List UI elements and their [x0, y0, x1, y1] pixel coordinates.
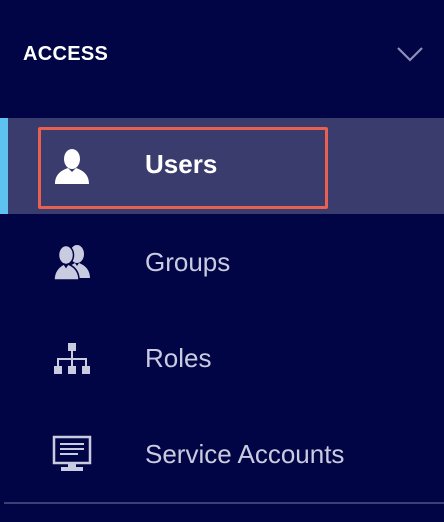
nav-item-service-accounts[interactable]: Service Accounts [0, 406, 444, 502]
hierarchy-icon [54, 343, 90, 374]
nav-item-label: Roles [145, 343, 212, 373]
group-icon [53, 244, 90, 281]
access-nav-panel: ACCESS Users Groups Roles Service Accoun… [0, 0, 444, 522]
nav-item-groups[interactable]: Groups [0, 214, 444, 310]
nav-item-label: Users [145, 149, 218, 179]
section-header-access[interactable]: ACCESS [0, 0, 444, 110]
monitor-icon [52, 435, 92, 471]
user-icon [55, 149, 89, 184]
chevron-down-icon[interactable] [396, 44, 424, 64]
nav-item-roles[interactable]: Roles [0, 310, 444, 406]
section-title: ACCESS [23, 43, 109, 65]
nav-item-users[interactable]: Users [0, 118, 444, 214]
active-indicator [0, 118, 8, 214]
nav-item-label: Groups [145, 247, 231, 277]
divider [4, 502, 444, 504]
nav-item-label: Service Accounts [145, 439, 345, 469]
